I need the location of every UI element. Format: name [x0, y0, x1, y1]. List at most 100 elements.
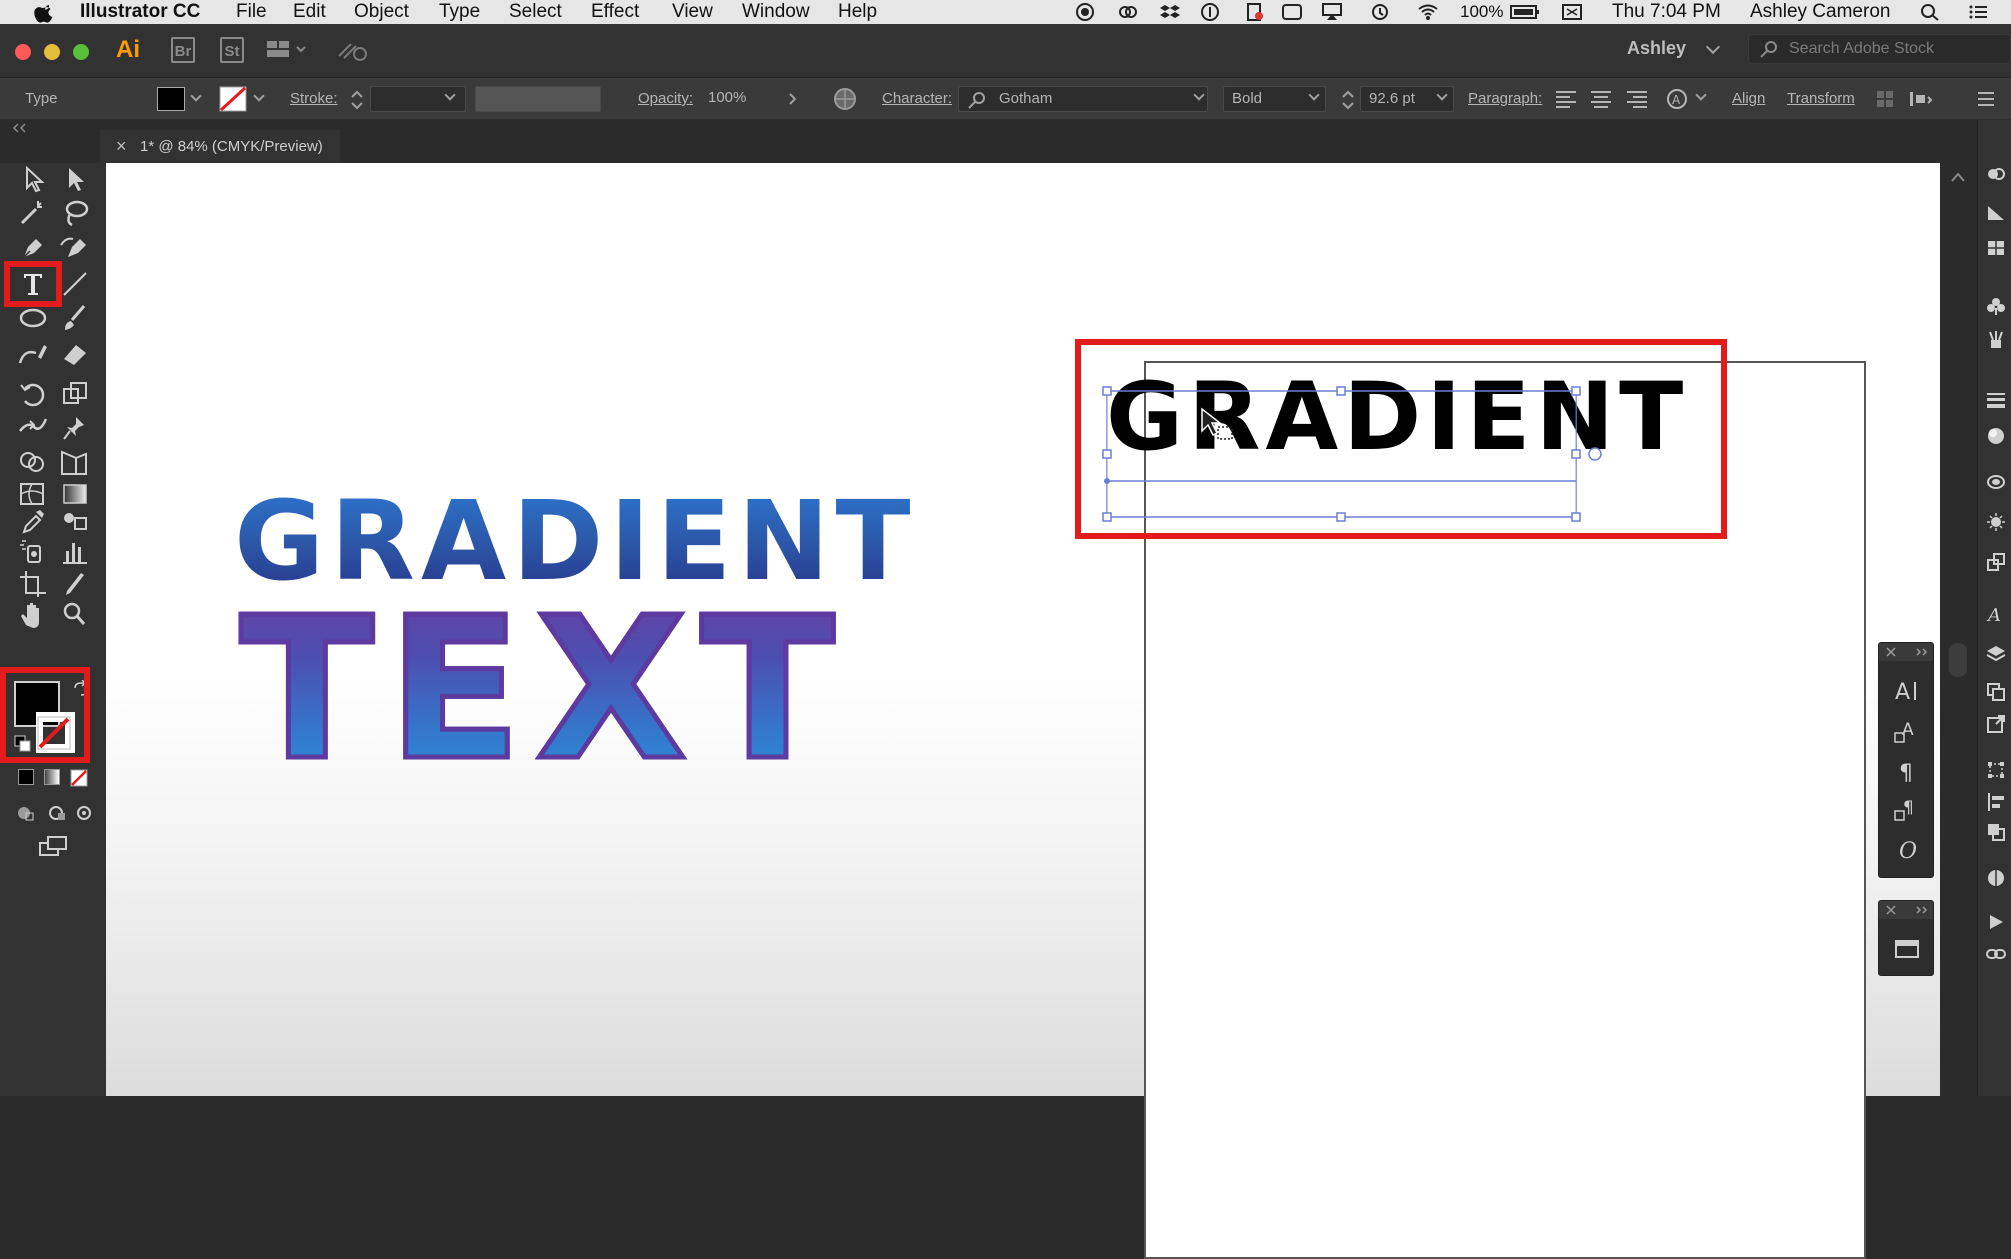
eraser-tool[interactable] — [58, 339, 92, 369]
artboards-panel-icon[interactable] — [1986, 682, 2006, 702]
arrange-icon[interactable] — [1908, 88, 1936, 110]
type-glyphs-icon[interactable]: A — [1986, 604, 2006, 624]
color-guide-icon[interactable] — [1986, 868, 2006, 888]
align-link[interactable]: Align — [1732, 90, 1765, 107]
magic-wand-tool[interactable] — [16, 198, 50, 228]
panel-dock-header[interactable] — [1879, 901, 1933, 919]
eyedropper-tool[interactable] — [16, 506, 50, 536]
spotlight-search-icon[interactable] — [1920, 3, 1940, 21]
clock[interactable]: Thu 7:04 PM — [1612, 1, 1721, 23]
stroke-label[interactable]: Stroke: — [290, 90, 338, 107]
puppet-warp-tool[interactable] — [58, 413, 92, 443]
color-mode-button[interactable] — [18, 769, 34, 785]
gradient-mode-button[interactable] — [44, 769, 60, 785]
links-panel-icon[interactable] — [1986, 714, 2006, 734]
menu-effect[interactable]: Effect — [591, 1, 639, 23]
close-panel-icon[interactable] — [1885, 646, 1897, 658]
search-adobe-stock-input[interactable]: Search Adobe Stock — [1748, 34, 2011, 64]
gradient-tool[interactable] — [58, 479, 92, 509]
input-menu-icon[interactable] — [1562, 3, 1582, 21]
align-right-icon[interactable] — [1623, 88, 1649, 110]
slice-tool[interactable] — [58, 569, 92, 599]
vertical-scrollbar[interactable] — [1940, 163, 1977, 1096]
image-trace-icon[interactable] — [1986, 552, 2006, 572]
shaper-tool[interactable] — [16, 339, 50, 369]
font-style-field[interactable]: Bold — [1223, 86, 1326, 112]
column-graph-tool[interactable] — [58, 537, 92, 567]
variable-width-profile[interactable] — [475, 86, 601, 112]
zoom-tool[interactable] — [58, 599, 92, 629]
canvas-area[interactable]: GRADIENT TEXT GRADIENT — [106, 163, 1940, 1259]
stroke-none-swatch[interactable] — [219, 86, 247, 112]
collapse-toolbar-icon[interactable] — [10, 122, 30, 134]
stroke-dropdown-icon[interactable] — [253, 90, 265, 102]
stroke-stepper-icon[interactable] — [350, 88, 364, 112]
transform-link[interactable]: Transform — [1787, 90, 1855, 107]
scroll-thumb[interactable] — [1949, 643, 1967, 677]
properties-panel-icon[interactable] — [1893, 935, 1921, 963]
menu-view[interactable]: View — [672, 1, 713, 23]
tab-document[interactable]: × 1* @ 84% (CMYK/Preview) — [100, 130, 340, 163]
menu-help[interactable]: Help — [838, 1, 877, 23]
close-window-button[interactable] — [15, 44, 31, 60]
menu-window[interactable]: Window — [742, 1, 810, 23]
window-icon[interactable] — [1282, 3, 1302, 21]
symbol-sprayer-tool[interactable] — [16, 537, 50, 567]
document-badge-icon[interactable] — [1245, 3, 1265, 21]
dropbox-icon[interactable] — [1160, 3, 1180, 21]
pen-tool[interactable] — [16, 233, 50, 263]
font-family-field[interactable]: Gotham — [958, 86, 1208, 112]
artboard-tool[interactable] — [16, 569, 50, 599]
rotate-tool[interactable] — [16, 379, 50, 409]
airplay-icon[interactable] — [1322, 3, 1342, 21]
drawing-modes-icons[interactable] — [14, 803, 94, 823]
font-size-stepper-icon[interactable] — [1341, 88, 1355, 112]
record-icon[interactable] — [1075, 3, 1095, 21]
panel-dock-header[interactable] — [1879, 643, 1933, 661]
creative-cloud-icon[interactable] — [1118, 3, 1138, 21]
stock-button[interactable]: St — [220, 37, 244, 63]
libraries-icon[interactable] — [1986, 164, 2006, 184]
battery-icon[interactable] — [1510, 3, 1540, 21]
selection-tool[interactable] — [16, 164, 50, 194]
menu-select[interactable]: Select — [509, 1, 562, 23]
touch-type-icon[interactable]: A — [1664, 86, 1690, 112]
panel-menu-icon[interactable] — [1975, 88, 1997, 110]
chevron-down-icon[interactable] — [1705, 39, 1721, 55]
paragraph-styles-icon[interactable]: ¶ — [1893, 795, 1921, 823]
menu-object[interactable]: Object — [354, 1, 409, 23]
shape-builder-tool[interactable] — [16, 448, 50, 478]
opacity-field[interactable]: 100% — [700, 86, 788, 112]
symbols-club-icon[interactable] — [1986, 296, 2006, 316]
sample-text-word[interactable]: TEXT — [237, 583, 848, 798]
layers-stack-icon[interactable] — [1986, 202, 2006, 222]
gradient-panel-icon[interactable] — [1986, 426, 2006, 446]
user-name[interactable]: Ashley Cameron — [1750, 1, 1890, 23]
paragraph-panel-icon[interactable]: ¶ — [1893, 757, 1921, 785]
opentype-panel-icon[interactable]: O — [1893, 835, 1921, 863]
isolate-icon[interactable] — [1874, 88, 1896, 110]
align-panel-icon[interactable] — [1986, 792, 2006, 812]
expand-panel-icon[interactable] — [1915, 905, 1929, 915]
brushes-icon[interactable] — [1986, 330, 2006, 350]
menu-app-name[interactable]: Illustrator CC — [80, 1, 200, 23]
info-icon[interactable] — [1200, 3, 1220, 21]
opacity-arrow-icon[interactable] — [788, 92, 798, 106]
menu-file[interactable]: File — [236, 1, 267, 23]
scale-tool[interactable] — [58, 379, 92, 409]
blend-tool[interactable] — [58, 506, 92, 536]
change-screen-mode-icon[interactable] — [38, 835, 70, 857]
curvature-tool[interactable] — [58, 233, 92, 263]
layers-panel-icon[interactable] — [1986, 644, 2006, 664]
pathfinder-icon[interactable] — [1986, 822, 2006, 842]
wifi-icon[interactable] — [1418, 3, 1438, 21]
links-chain-icon[interactable] — [1986, 944, 2006, 964]
fill-swatch[interactable] — [157, 87, 185, 111]
fill-dropdown-icon[interactable] — [190, 90, 202, 102]
time-machine-icon[interactable] — [1370, 3, 1390, 21]
opacity-label[interactable]: Opacity: — [638, 90, 693, 107]
perspective-grid-tool[interactable] — [58, 448, 92, 478]
scroll-up-icon[interactable] — [1950, 171, 1966, 183]
paragraph-label[interactable]: Paragraph: — [1468, 90, 1542, 107]
appearance-icon[interactable] — [1986, 472, 2006, 492]
